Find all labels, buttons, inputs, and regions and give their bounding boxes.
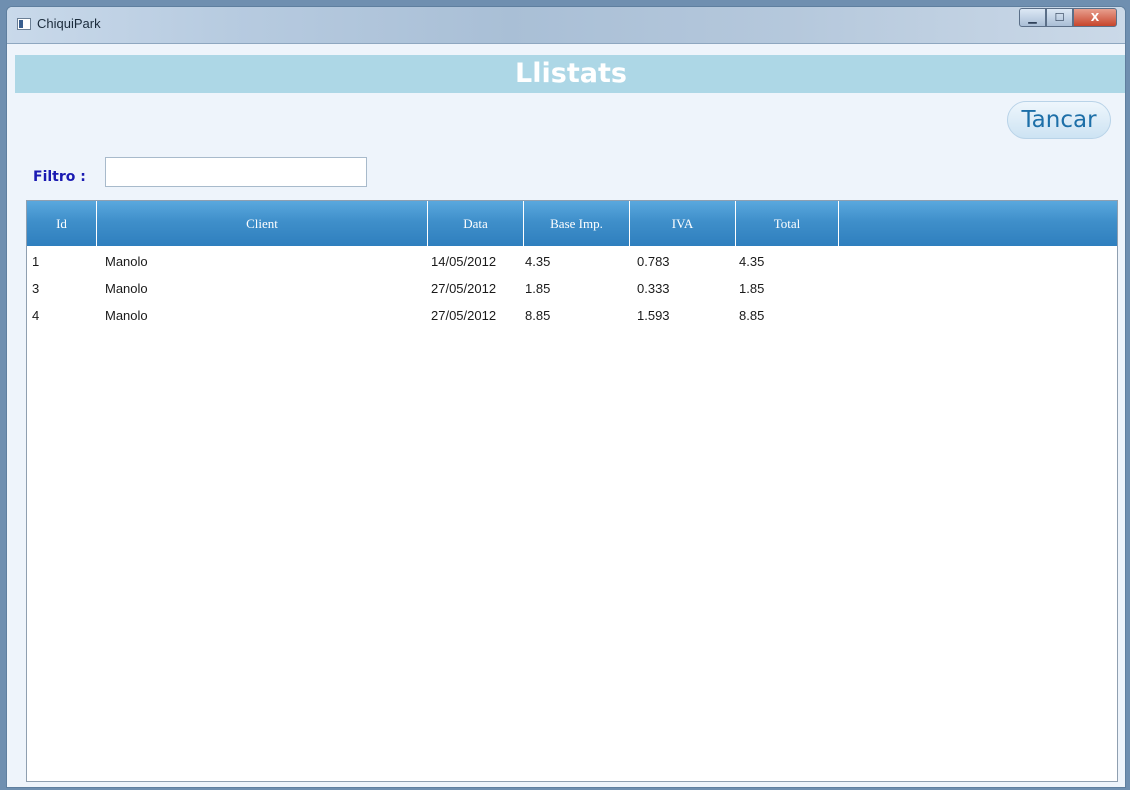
cell-client: Manolo (105, 308, 148, 323)
column-header-total[interactable]: Total (736, 201, 839, 246)
column-header-client[interactable]: Client (97, 201, 428, 246)
cell-iva: 0.783 (637, 254, 670, 269)
app-window: ChiquiPark ▁ ☐ X Llistats Tancar Filtro … (6, 6, 1126, 788)
column-header-base-imp[interactable]: Base Imp. (524, 201, 630, 246)
column-header-data[interactable]: Data (428, 201, 524, 246)
cell-id: 1 (32, 254, 40, 269)
filter-input[interactable] (105, 157, 367, 187)
cell-total: 1.85 (739, 281, 765, 296)
cell-client: Manolo (105, 254, 148, 269)
tancar-button[interactable]: Tancar (1007, 101, 1111, 139)
column-header-id[interactable]: Id (27, 201, 97, 246)
cell-client: Manolo (105, 281, 148, 296)
cell-total: 4.35 (739, 254, 765, 269)
cell-iva: 0.333 (637, 281, 670, 296)
cell-data: 27/05/2012 (431, 281, 497, 296)
cell-id: 4 (32, 308, 40, 323)
grid-header: Id Client Data Base Imp. IVA Total (27, 201, 1117, 246)
title-bar[interactable]: ChiquiPark ▁ ☐ X (7, 7, 1125, 44)
cell-total: 8.85 (739, 308, 765, 323)
cell-base-imp: 4.35 (525, 254, 551, 269)
window-title: ChiquiPark (37, 16, 101, 31)
cell-id: 3 (32, 281, 40, 296)
list-grid[interactable]: Id Client Data Base Imp. IVA Total 1 Man… (26, 200, 1118, 782)
column-header-iva[interactable]: IVA (630, 201, 736, 246)
page-title: Llistats (515, 58, 627, 89)
cell-iva: 1.593 (637, 308, 670, 323)
cell-data: 14/05/2012 (431, 254, 497, 269)
table-row[interactable]: 1 Manolo 14/05/2012 4.35 0.783 4.35 (27, 249, 1117, 275)
maximize-button[interactable]: ☐ (1046, 8, 1073, 27)
cell-base-imp: 8.85 (525, 308, 551, 323)
window-controls: ▁ ☐ X (1019, 8, 1117, 27)
app-icon (17, 18, 31, 30)
cell-data: 27/05/2012 (431, 308, 497, 323)
filter-label: Filtro : (33, 169, 86, 185)
table-row[interactable]: 4 Manolo 27/05/2012 8.85 1.593 8.85 (27, 303, 1117, 329)
page-header: Llistats (15, 55, 1125, 93)
table-row[interactable]: 3 Manolo 27/05/2012 1.85 0.333 1.85 (27, 276, 1117, 302)
cell-base-imp: 1.85 (525, 281, 551, 296)
minimize-button[interactable]: ▁ (1019, 8, 1046, 27)
close-window-button[interactable]: X (1073, 8, 1117, 27)
